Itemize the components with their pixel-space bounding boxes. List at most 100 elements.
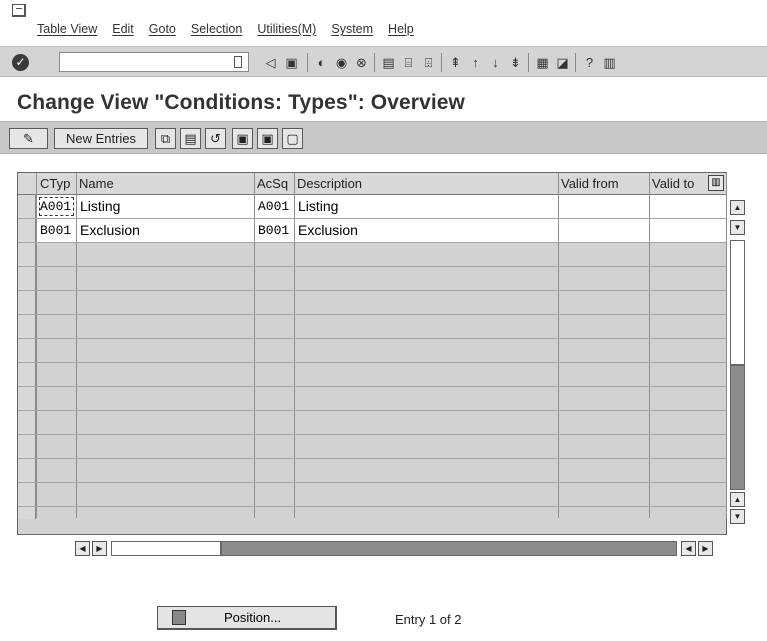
menu-edit[interactable]: Edit: [112, 22, 134, 40]
first-page-icon[interactable]: ⇞: [447, 54, 464, 71]
scroll-down-icon[interactable]: ▼: [730, 509, 745, 524]
empty-table-row[interactable]: [18, 483, 726, 507]
cell-valid-to[interactable]: [650, 219, 726, 242]
table-settings-icon[interactable]: ▥: [708, 175, 724, 191]
row-selector[interactable]: [18, 435, 36, 458]
empty-table-row[interactable]: [18, 507, 726, 519]
toolbar-separator: [374, 53, 375, 72]
vertical-scrollbar[interactable]: ▲ ▼ ▲ ▼: [728, 196, 746, 524]
scroll-down-page-icon[interactable]: ▼: [730, 220, 745, 235]
empty-table-row[interactable]: [18, 315, 726, 339]
new-entries-button[interactable]: New Entries: [54, 128, 148, 149]
row-selector[interactable]: [18, 411, 36, 434]
find-next-icon[interactable]: ⌹: [420, 54, 437, 71]
cell-description[interactable]: Exclusion: [295, 219, 558, 242]
row-selector[interactable]: [18, 507, 36, 519]
display-change-button[interactable]: ✎: [9, 128, 48, 149]
row-selector[interactable]: [18, 363, 36, 386]
hscroll-track[interactable]: [111, 541, 221, 556]
row-selector[interactable]: [18, 195, 36, 218]
cell-ctyp[interactable]: B001: [37, 219, 76, 242]
shortcut-icon[interactable]: ◪: [554, 54, 571, 71]
new-session-icon[interactable]: ▦: [534, 54, 551, 71]
cell-ctyp[interactable]: A001: [37, 195, 76, 218]
cell-valid-from[interactable]: [559, 219, 649, 242]
empty-table-row[interactable]: [18, 435, 726, 459]
layout-icon[interactable]: ▥: [601, 54, 618, 71]
column-header-valid-to[interactable]: Valid to: [652, 176, 694, 191]
empty-table-row[interactable]: [18, 339, 726, 363]
cell-description[interactable]: Listing: [295, 195, 558, 218]
column-header-description[interactable]: Description: [297, 176, 362, 191]
cancel-icon[interactable]: ⊗: [353, 54, 370, 71]
scrollbar-track[interactable]: [730, 240, 745, 365]
scroll-up-icon[interactable]: ▲: [730, 200, 745, 215]
scroll-right-icon[interactable]: ▶: [92, 541, 107, 556]
back-triangle-icon[interactable]: ◁: [262, 54, 279, 71]
scroll-right-end-icon[interactable]: ▶: [698, 541, 713, 556]
back-icon[interactable]: ◐: [313, 54, 330, 71]
row-selector[interactable]: [18, 315, 36, 338]
save-icon[interactable]: ▣: [283, 54, 300, 71]
menu-goto[interactable]: Goto: [149, 22, 176, 40]
menu-system[interactable]: System: [331, 22, 373, 40]
row-selector[interactable]: [18, 291, 36, 314]
table-row[interactable]: A001 Listing A001 Listing: [18, 195, 726, 219]
empty-table-row[interactable]: [18, 291, 726, 315]
row-selector[interactable]: [18, 219, 36, 242]
row-selector[interactable]: [18, 243, 36, 266]
horizontal-scrollbar[interactable]: ◀ ▶ ◀ ▶: [75, 541, 725, 557]
row-selector[interactable]: [18, 339, 36, 362]
command-field[interactable]: [59, 52, 249, 72]
menu-table-view[interactable]: Table View: [37, 22, 97, 40]
empty-table-row[interactable]: [18, 243, 726, 267]
last-page-icon[interactable]: ⇟: [507, 54, 524, 71]
table-row[interactable]: B001 Exclusion B001 Exclusion: [18, 219, 726, 243]
print-icon[interactable]: ▤: [380, 54, 397, 71]
cell-valid-to[interactable]: [650, 195, 726, 218]
cell-acsq[interactable]: B001: [255, 219, 294, 242]
row-selector[interactable]: [18, 459, 36, 482]
column-header-acsq[interactable]: AcSq: [257, 176, 288, 191]
row-selector[interactable]: [18, 267, 36, 290]
deselect-all-button[interactable]: ▢: [282, 128, 303, 149]
menu-help[interactable]: Help: [388, 22, 414, 40]
system-menu-icon[interactable]: [12, 4, 26, 17]
scroll-left-end-icon[interactable]: ◀: [681, 541, 696, 556]
menu-utilities[interactable]: Utilities(M): [257, 22, 316, 40]
select-block-icon: ▣: [261, 130, 274, 146]
select-block-button[interactable]: ▣: [257, 128, 278, 149]
hscroll-thumb[interactable]: [221, 541, 677, 556]
empty-table-row[interactable]: [18, 411, 726, 435]
empty-table-row[interactable]: [18, 387, 726, 411]
command-history-icon[interactable]: [234, 56, 242, 68]
scroll-left-icon[interactable]: ◀: [75, 541, 90, 556]
menu-selection[interactable]: Selection: [191, 22, 242, 40]
undo-change-button[interactable]: ↺: [205, 128, 226, 149]
cell-name[interactable]: Listing: [77, 195, 254, 218]
prev-page-icon[interactable]: ↑: [467, 54, 484, 71]
row-selector[interactable]: [18, 387, 36, 410]
find-icon[interactable]: ⌸: [400, 54, 417, 71]
copy-as-button[interactable]: ⧉: [155, 128, 176, 149]
cell-acsq[interactable]: A001: [255, 195, 294, 218]
select-all-button[interactable]: ▣: [232, 128, 253, 149]
column-header-name[interactable]: Name: [79, 176, 114, 191]
empty-table-row[interactable]: [18, 363, 726, 387]
scrollbar-thumb[interactable]: [730, 365, 745, 490]
row-selector[interactable]: [18, 483, 36, 506]
column-header-ctyp[interactable]: CTyp: [40, 176, 70, 191]
delete-button[interactable]: ▤: [180, 128, 201, 149]
column-header-valid-from[interactable]: Valid from: [561, 176, 619, 191]
scroll-up-page-icon[interactable]: ▲: [730, 492, 745, 507]
enter-icon[interactable]: ✓: [12, 54, 29, 71]
empty-table-row[interactable]: [18, 459, 726, 483]
menu-bar: Table View Edit Goto Selection Utilities…: [37, 22, 429, 40]
position-button[interactable]: Position...: [157, 606, 337, 630]
cell-valid-from[interactable]: [559, 195, 649, 218]
next-page-icon[interactable]: ↓: [487, 54, 504, 71]
exit-icon[interactable]: ◉: [333, 54, 350, 71]
empty-table-row[interactable]: [18, 267, 726, 291]
help-icon[interactable]: ?: [581, 54, 598, 71]
cell-name[interactable]: Exclusion: [77, 219, 254, 242]
